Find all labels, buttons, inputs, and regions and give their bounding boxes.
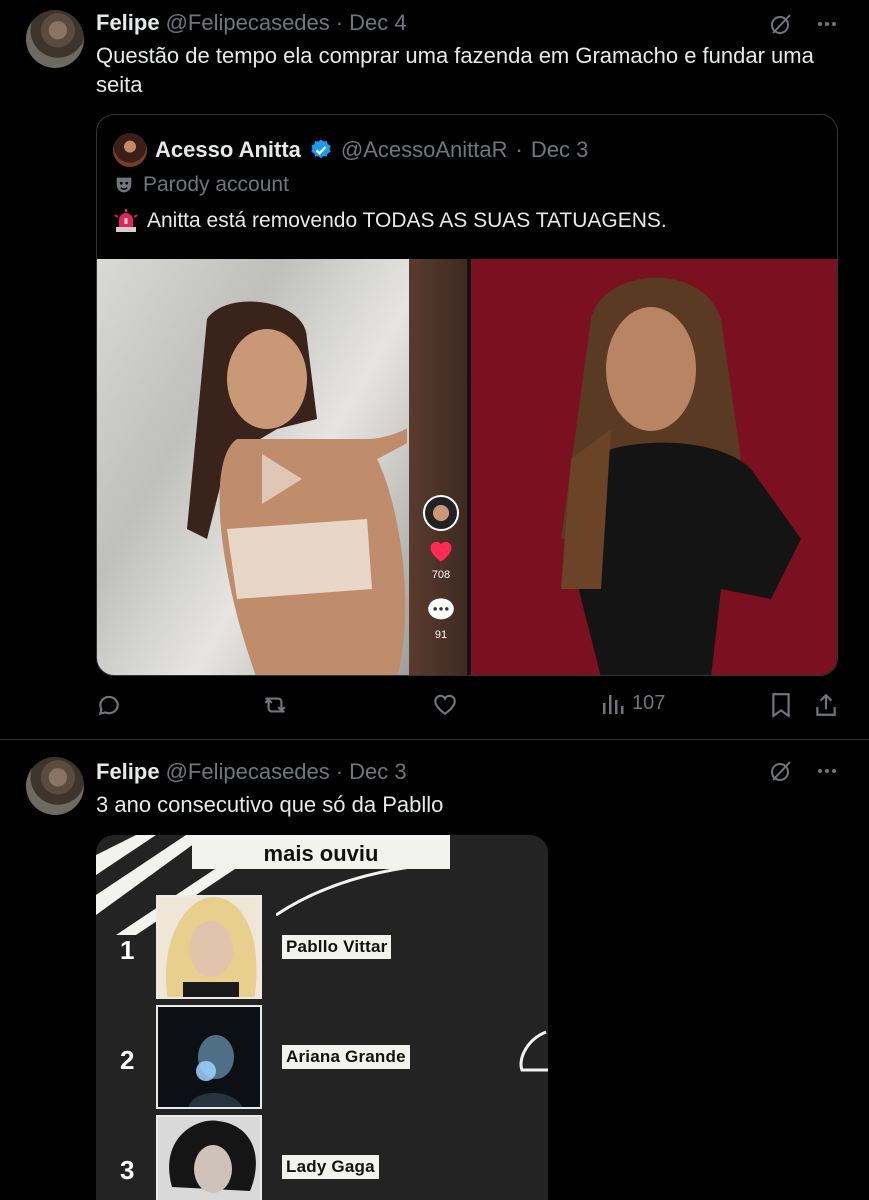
artist-name: Ariana Grande [282,1045,410,1069]
video-side-actions: 708 91 [423,495,459,641]
quote-date[interactable]: Dec 3 [531,137,588,163]
artist-photo [156,1005,262,1109]
tweet-date[interactable]: Dec 4 [349,10,406,36]
creator-avatar[interactable] [423,495,459,531]
tweet-top-icons [769,12,839,41]
artist-name: Pabllo Vittar [282,935,392,959]
ranking-image[interactable]: mais ouviu 1 Pabllo Vittar 2 Ariana Gran… [96,835,548,1200]
artist-name: Lady Gaga [282,1155,379,1179]
parody-label-text: Parody account [143,173,289,196]
rank-number: 3 [120,1155,135,1185]
heart-outline-icon [434,694,456,716]
more-options-icon[interactable] [815,12,839,41]
views-count: 107 [632,692,666,714]
ranking-row: 1 Pabllo Vittar [96,895,548,999]
video-comment-count: 91 [434,629,448,641]
reply-button[interactable] [96,692,122,718]
grok-icon[interactable] [769,12,793,41]
share-icon [816,693,836,716]
share-button[interactable] [814,692,838,718]
bookmark-icon [772,693,790,718]
play-icon[interactable] [257,449,307,509]
separator-dot: · [335,759,344,784]
quote-text: Anitta está removendo TODAS AS SUAS TATU… [113,209,667,233]
quote-author-name[interactable]: Acesso Anitta [155,137,301,163]
quoted-tweet[interactable]: Acesso Anitta @AcessoAnittaR · Dec 3 Par… [96,114,838,676]
like-button[interactable] [432,692,458,716]
artist-photo [156,1115,262,1200]
quote-header: Acesso Anitta @AcessoAnittaR · Dec 3 [113,133,588,167]
siren-icon [114,209,138,232]
separator-dot: · [335,10,344,35]
video-like-count: 708 [431,569,451,581]
separator-dot: · [515,137,523,162]
author-name[interactable]: Felipe [96,10,160,36]
ranking-banner: mais ouviu [192,835,450,869]
repost-icon [264,697,286,713]
comment-icon[interactable] [427,597,455,623]
avatar[interactable] [26,10,84,68]
artist-photo [156,895,262,999]
repost-button[interactable] [260,692,290,718]
theater-mask-icon [116,177,132,193]
author-handle[interactable]: @Felipecasedes [166,10,330,36]
quote-text-content: Anitta está removendo TODAS AS SUAS TATU… [147,209,667,232]
grok-icon[interactable] [769,759,793,788]
tweet-actions: 107 [96,692,844,724]
tweet-header: Felipe @Felipecasedes · Dec 3 [96,759,407,785]
author-name[interactable]: Felipe [96,759,160,785]
views-button[interactable]: 107 [602,692,665,715]
ranking-row: 2 Ariana Grande [96,1005,548,1109]
bookmark-button[interactable] [770,692,792,718]
quote-author-handle[interactable]: @AcessoAnittaR [341,137,508,163]
verified-badge-icon [311,139,331,159]
quote-media[interactable]: 708 91 [97,259,837,675]
tweet-1[interactable]: Felipe @Felipecasedes · Dec 4 Questão de… [0,0,869,740]
tweet-text: 3 ano consecutivo que só da Pabllo [96,792,444,817]
quote-avatar[interactable] [113,133,147,167]
tweet-header: Felipe @Felipecasedes · Dec 4 [96,10,407,36]
portrait-photo[interactable] [467,259,837,675]
rank-number: 2 [120,1045,135,1075]
woman-portrait-image [561,277,801,675]
author-handle[interactable]: @Felipecasedes [166,759,330,785]
more-options-icon[interactable] [815,759,839,788]
parody-account-label: Parody account [113,173,289,197]
heart-icon[interactable] [427,537,455,563]
ranking-row: 3 Lady Gaga [96,1115,548,1200]
reply-icon [98,695,119,716]
tweet-2[interactable]: Felipe @Felipecasedes · Dec 3 3 ano cons… [0,741,869,1200]
avatar[interactable] [26,757,84,815]
tweet-date[interactable]: Dec 3 [349,759,406,785]
tweet-top-icons [769,759,839,788]
rank-number: 1 [120,935,135,965]
views-icon [603,694,624,714]
video-thumbnail[interactable]: 708 91 [97,259,467,675]
tweet-text: Questão de tempo ela comprar uma fazenda… [96,43,814,97]
